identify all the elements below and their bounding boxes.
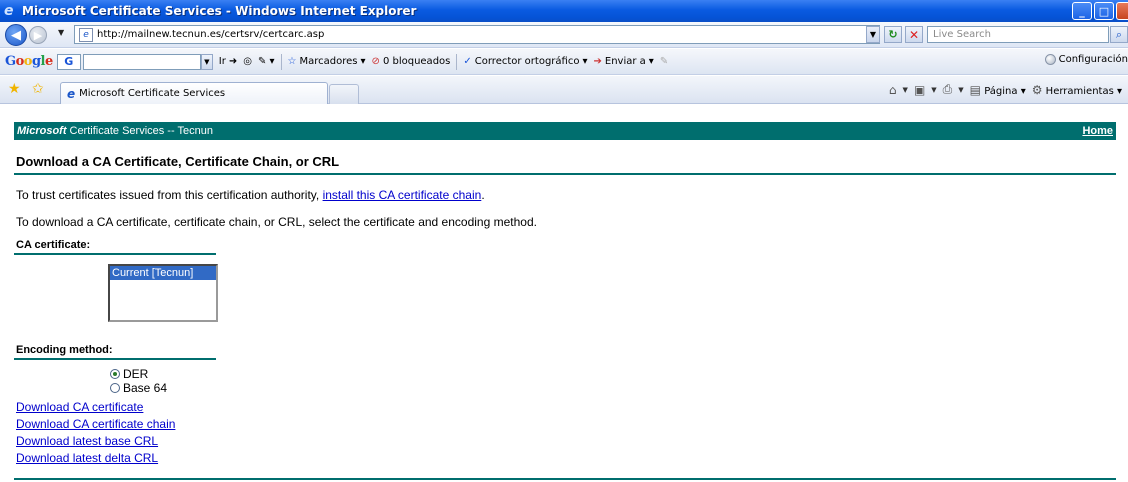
blocked-icon: ⊘ [371,56,380,67]
download-links: Download CA certificate Download CA cert… [14,399,1116,467]
back-button[interactable]: ◀ [5,24,27,46]
go-arrow-icon: ➜ [228,56,238,67]
pagerank-icon[interactable]: ◎ [243,56,252,67]
download-ca-chain-link[interactable]: Download CA certificate chain [16,417,175,431]
forward-button[interactable]: ▶ [29,26,47,44]
download-delta-crl-link[interactable]: Download latest delta CRL [16,451,158,465]
add-favorite-icon[interactable]: ✩ [32,81,44,97]
download-base-crl-link[interactable]: Download latest base CRL [16,434,158,448]
window-titlebar: e Microsoft Certificate Services - Windo… [0,0,1128,22]
der-radio[interactable] [110,369,120,379]
home-link[interactable]: Home [1082,125,1113,137]
address-bar[interactable]: e http://mailnew.tecnun.es/certsrv/certc… [74,25,880,44]
settings-icon [1044,54,1056,65]
encoding-method-label: Encoding method: [14,344,216,360]
favorites-star-icon[interactable]: ★ [8,81,21,97]
spellcheck-button[interactable]: ✓ Corrector ortográfico ▾ [463,56,587,67]
encoding-option-base64[interactable]: Base 64 [110,381,1116,395]
print-icon[interactable]: ⎙ [943,82,953,97]
popup-blocker[interactable]: ⊘ 0 bloqueados [372,56,451,67]
ie-logo-icon: e [4,3,14,19]
install-chain-link[interactable]: install this CA certificate chain [323,188,482,202]
base64-radio[interactable] [110,383,120,393]
stop-button[interactable]: ✕ [905,26,923,43]
new-tab-button[interactable] [329,84,359,104]
send-icon: ➔ [593,56,602,67]
window-controls: _ □ [1072,2,1128,20]
ca-certificate-label: CA certificate: [14,239,216,255]
toolbar-separator [280,53,282,70]
brand-name: Microsoft [17,125,67,137]
google-logo: Google [5,54,53,69]
go-button[interactable]: Ir ➜ [219,56,237,67]
page-content: Microsoft Certificate Services -- Tecnun… [14,122,1116,467]
search-input[interactable]: Live Search [927,26,1109,43]
tools-menu[interactable]: ⚙ Herramientas ▾ [1032,83,1122,97]
address-toolbar: ◀ ▶ ▼ e http://mailnew.tecnun.es/certsrv… [0,22,1128,48]
encoding-option-der[interactable]: DER [110,367,1116,381]
command-bar: ⌂ ▼ ▣ ▼ ⎙ ▼ ▤ Página ▾ ⚙ Herramientas ▾ [888,82,1122,97]
address-url[interactable]: http://mailnew.tecnun.es/certsrv/certcar… [97,29,324,40]
address-dropdown-icon[interactable]: ▼ [866,26,880,43]
google-bookmark-icon[interactable]: ✎ ▾ [258,56,275,67]
page-icon: e [79,27,93,42]
maximize-button[interactable]: □ [1094,2,1114,20]
page-title: Download a CA Certificate, Certificate C… [14,154,1116,175]
close-button[interactable] [1116,2,1128,20]
ie-page-icon: e [67,86,76,101]
google-search-input[interactable] [82,53,201,70]
history-dropdown-icon[interactable]: ▼ [58,28,64,37]
settings-button[interactable]: Configuración [1044,54,1128,65]
google-search-dropdown-icon[interactable]: ▼ [200,53,213,70]
pen-icon[interactable]: ✎ [660,56,668,67]
trust-paragraph: To trust certificates issued from this c… [16,188,485,202]
google-menu-button[interactable]: G [56,53,81,70]
tools-gear-icon: ⚙ [1031,82,1043,97]
spellcheck-icon: ✓ [463,56,472,67]
bottom-divider [14,478,1116,480]
ca-certificate-option[interactable]: Current [Tecnun] [110,266,216,280]
page-menu[interactable]: ▤ Página ▾ [970,83,1026,97]
tab-bar: ★ ✩ e Microsoft Certificate Services ⌂ ▼ … [0,76,1128,104]
bookmarks-button[interactable]: ☆ Marcadores ▾ [288,56,366,67]
window-title: Microsoft Certificate Services - Windows… [22,4,417,18]
download-ca-certificate-link[interactable]: Download CA certificate [16,400,143,414]
home-icon[interactable]: ⌂ [889,83,897,97]
page-header: Microsoft Certificate Services -- Tecnun… [14,122,1116,140]
refresh-button[interactable]: ↻ [884,26,902,43]
download-instructions: To download a CA certificate, certificat… [16,215,537,229]
google-toolbar: Google G ▼ Ir ➜ ◎ ✎ ▾ ☆ Marcadores ▾ ⊘ 0 blo… [0,49,1128,75]
search-icon[interactable]: ⌕ [1110,26,1128,43]
page-menu-icon: ▤ [969,82,982,97]
feeds-icon[interactable]: ▣ [914,83,925,97]
send-to-button[interactable]: ➔ Enviar a ▾ [593,56,653,67]
header-title: Certificate Services -- Tecnun [69,125,213,137]
tab-certificate-services[interactable]: e Microsoft Certificate Services [60,82,328,104]
star-icon: ☆ [287,56,297,67]
minimize-button[interactable]: _ [1072,2,1092,20]
ca-certificate-list[interactable]: Current [Tecnun] [108,264,218,322]
